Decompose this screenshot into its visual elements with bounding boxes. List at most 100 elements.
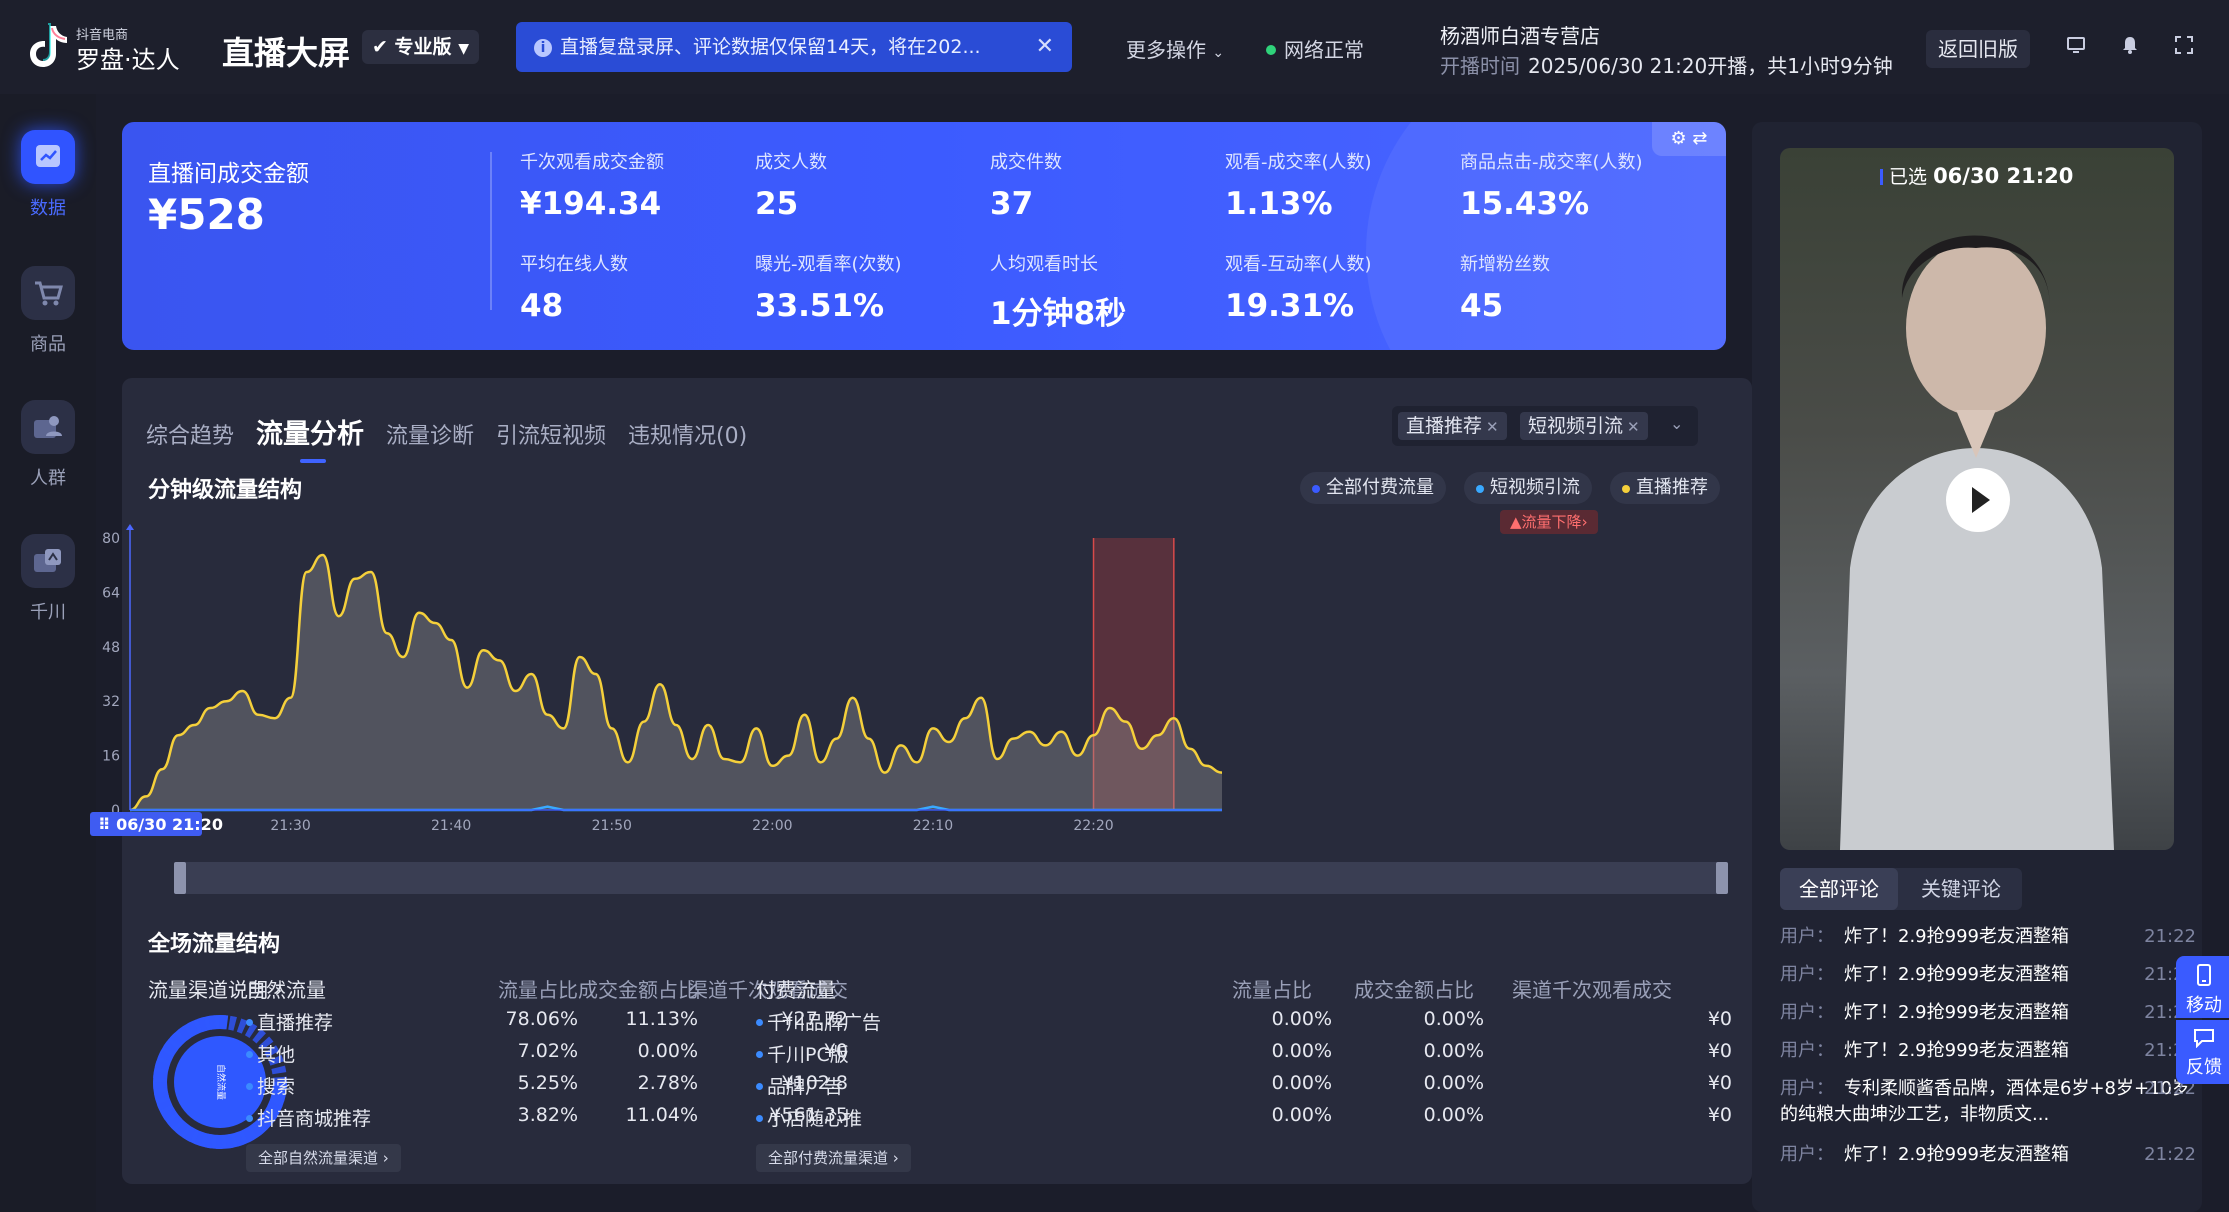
legend-item[interactable]: 直播推荐	[1610, 472, 1720, 504]
all-paid-channels-button[interactable]: 全部付费流量渠道 ›	[756, 1144, 911, 1172]
tab-traffic-diagnosis[interactable]: 流量诊断	[386, 418, 474, 450]
table-cell: 0.00%	[1423, 1040, 1484, 1062]
kpi-value: 19.31%	[1225, 288, 1355, 324]
comment-user-label: 用户：	[1780, 1078, 1834, 1099]
comment-user-label: 用户：	[1780, 1040, 1834, 1061]
tab-all-comments[interactable]: 全部评论	[1780, 868, 1898, 910]
comment-text: 炸了！2.9抢999老友酒整箱	[1844, 964, 2069, 985]
comment-item[interactable]: 用户： 炸了！2.9抢999老友酒整箱 21:22	[1780, 1000, 2200, 1026]
close-icon[interactable]: ✕	[1036, 22, 1054, 72]
remove-icon[interactable]: ✕	[1486, 418, 1499, 436]
filter-chip[interactable]: 直播推荐 ✕	[1398, 412, 1507, 440]
kpi-value: ¥194.34	[520, 186, 662, 222]
douyin-logo-icon	[30, 23, 67, 67]
shop-name: 杨酒师白酒专营店	[1440, 24, 1600, 48]
comment-item[interactable]: 用户： 炸了！2.9抢999老友酒整箱 21:22	[1780, 924, 2200, 950]
comment-user-label: 用户：	[1780, 1144, 1834, 1165]
sidebar-item-audience[interactable]: 人群	[0, 400, 96, 510]
comment-time: 21:22	[2144, 1144, 2196, 1165]
tag-bar	[1880, 169, 1883, 185]
slider-left-handle[interactable]	[174, 862, 186, 894]
traffic-chart[interactable]: 01632486480⠿ 06/30 21:20 21:30 21:40 21:50 2…	[90, 518, 1752, 848]
x-tick-label: 21:50	[592, 818, 632, 834]
kpi-label: 人均观看时长	[990, 254, 1098, 275]
filter-chip[interactable]: 短视频引流 ✕	[1520, 412, 1648, 440]
notice-text: 直播复盘录屏、评论数据仅保留14天，将在202...	[560, 36, 981, 58]
kpi-label: 新增粉丝数	[1460, 254, 1550, 275]
play-button-icon[interactable]	[1946, 468, 2010, 532]
more-operations-dropdown[interactable]: 更多操作 ⌄	[1126, 34, 1224, 63]
remove-icon[interactable]: ✕	[1627, 418, 1640, 436]
legend-dot	[1476, 485, 1484, 493]
comment-item[interactable]: 用户： 炸了！2.9抢999老友酒整箱 21:22	[1780, 962, 2200, 988]
tab-traffic-analysis[interactable]: 流量分析	[256, 412, 364, 463]
table-cell: 0.00%	[1271, 1072, 1332, 1094]
monitor-icon[interactable]	[2064, 34, 2088, 58]
edition-dropdown[interactable]: ✔ 专业版 ▼	[362, 30, 479, 64]
channel-filter[interactable]: 直播推荐 ✕ 短视频引流 ✕ ⌄	[1392, 406, 1698, 446]
bell-icon[interactable]	[2118, 34, 2142, 58]
chevron-down-icon[interactable]: ⌄	[1670, 414, 1683, 433]
back-to-old-button[interactable]: 返回旧版	[1926, 30, 2030, 68]
tab-key-comments[interactable]: 关键评论	[1902, 868, 2020, 910]
kpi-label: 曝光-观看率(次数)	[755, 254, 902, 275]
channel-label: 搜索	[257, 1076, 296, 1098]
table-cell: 0.00%	[1423, 1072, 1484, 1094]
y-tick-label: 16	[102, 749, 120, 765]
legend-label: 短视频引流	[1490, 477, 1580, 498]
table-cell: 0.00%	[1271, 1040, 1332, 1062]
kpi-value: 33.51%	[755, 288, 885, 324]
table-cell: ¥0	[1707, 1104, 1732, 1126]
sidebar-item-products[interactable]: 商品	[0, 266, 96, 376]
sidebar-item-qianchuan[interactable]: 千川	[0, 534, 96, 644]
mobile-float-button[interactable]: 移动	[2176, 956, 2229, 1018]
legend-item[interactable]: 全部付费流量	[1300, 472, 1446, 504]
legend-item[interactable]: 短视频引流	[1464, 472, 1592, 504]
tab-short-video[interactable]: 引流短视频	[496, 418, 606, 450]
settings-icon[interactable]: ⚙	[1671, 128, 1687, 149]
kpi-card: 直播间成交金额 ¥528 ⚙ ⇄ 千次观看成交金额 ¥194.34 成交人数 25 …	[122, 122, 1726, 350]
kpi-cell: 曝光-观看率(次数) 33.51%	[755, 250, 985, 324]
kpi-label: 平均在线人数	[520, 254, 628, 275]
replay-video[interactable]: 已选 06/30 21:20	[1780, 148, 2174, 850]
bullet-dot	[756, 1115, 763, 1122]
all-natural-channels-button[interactable]: 全部自然流量渠道 ›	[246, 1144, 401, 1172]
kpi-value: 48	[520, 288, 564, 324]
channel-name: 小店随心推	[756, 1104, 862, 1131]
kpi-value: 25	[755, 186, 799, 222]
comment-user-label: 用户：	[1780, 964, 1834, 985]
comment-item[interactable]: 用户： 炸了！2.9抢999老友酒整箱 21:22	[1780, 1142, 2200, 1168]
time-range-slider[interactable]	[174, 862, 1728, 894]
info-icon: i	[534, 39, 552, 57]
tab-overall-trend[interactable]: 综合趋势	[146, 418, 234, 450]
edition-label: 专业版	[394, 36, 452, 58]
channel-name: 搜索	[246, 1072, 295, 1099]
kpi-value: 1分钟8秒	[990, 296, 1127, 332]
swap-icon[interactable]: ⇄	[1692, 128, 1707, 149]
kpi-cell: 观看-成交率(人数) 1.13%	[1225, 148, 1455, 222]
table-header: 成交金额占比	[1354, 978, 1474, 1002]
y-tick-label: 80	[102, 531, 120, 547]
slider-right-handle[interactable]	[1716, 862, 1728, 894]
feedback-icon	[2194, 1029, 2214, 1049]
kpi-value: 15.43%	[1460, 186, 1590, 222]
kpi-cell: 平均在线人数 48	[520, 250, 750, 324]
x-tick-label: 22:10	[913, 818, 953, 834]
donut-label: 自然流量	[215, 1064, 227, 1100]
sidebar-item-data[interactable]: 数据	[0, 130, 96, 240]
comment-tabs: 全部评论 关键评论	[1780, 868, 2022, 910]
legend-label: 全部付费流量	[1326, 477, 1434, 498]
gmv-value: ¥528	[148, 190, 265, 239]
legend-dot	[1622, 485, 1630, 493]
selected-time-tag: 已选 06/30 21:20	[1880, 162, 2073, 189]
kpi-label: 商品点击-成交率(人数)	[1460, 152, 1643, 173]
tab-violations[interactable]: 违规情况(0)	[628, 418, 747, 450]
channel-label: 直播推荐	[257, 1012, 334, 1034]
comment-item[interactable]: 用户： 专利柔顺酱香品牌，酒体是6岁+8岁+10岁的纯粮大曲坤沙工艺，非物质文..…	[1780, 1076, 2200, 1128]
feedback-float-button[interactable]: 反馈	[2176, 1020, 2229, 1084]
fullscreen-icon[interactable]	[2172, 34, 2196, 58]
y-tick-label: 32	[102, 694, 120, 710]
channel-name: 千川品牌广告	[756, 1008, 881, 1035]
comment-item[interactable]: 用户： 炸了！2.9抢999老友酒整箱 21:22	[1780, 1038, 2200, 1064]
divider	[490, 152, 492, 310]
